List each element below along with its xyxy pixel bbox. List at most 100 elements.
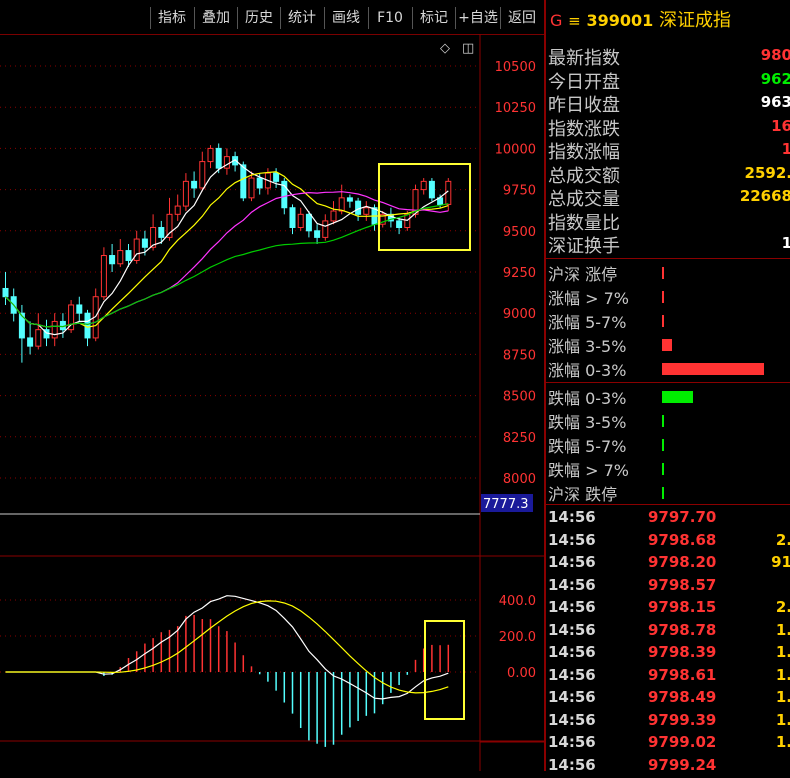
- distribution-bar: [662, 415, 665, 427]
- macd-panel: 400.0 200.0 0.00: [0, 594, 536, 747]
- distribution-bar: [662, 463, 665, 475]
- tick-time: 14:56: [548, 575, 596, 594]
- distribution-row: 涨幅 5-7%: [548, 309, 790, 333]
- macd-tick-label: 0.00: [507, 666, 536, 681]
- candle-body: [346, 197, 353, 202]
- distribution-row: 跌幅 3-5%: [548, 409, 790, 433]
- quote-label: 今日开盘: [548, 71, 620, 93]
- quote-value: 963: [760, 93, 790, 111]
- quote-row: 指数量比: [548, 209, 790, 234]
- toolbar-button-5[interactable]: F10: [368, 7, 411, 29]
- tick-time: 14:56: [548, 553, 596, 571]
- distribution-label: 涨幅 > 7%: [548, 289, 629, 308]
- price-grid: [0, 34, 544, 771]
- tick-price: 9798.20: [648, 553, 717, 571]
- candle-body: [428, 180, 435, 199]
- price-tick-label: 9500: [503, 225, 536, 240]
- price-tick-label: 10000: [495, 142, 536, 157]
- candle-body: [51, 320, 58, 339]
- candle-body: [141, 238, 148, 248]
- price-tick-label: 8500: [503, 390, 536, 405]
- quote-label: 最新指数: [548, 48, 620, 69]
- quote-row: 总成交量 22668: [548, 185, 790, 210]
- diamond-icon: ◇: [440, 41, 450, 56]
- toolbar-button-6[interactable]: 标记: [412, 7, 455, 29]
- g-marker: G: [550, 11, 563, 30]
- security-title: G ≡ 399001 深证成指: [550, 6, 731, 34]
- candle-body: [27, 337, 34, 347]
- price-tick-label: 8250: [503, 431, 536, 446]
- candle-body: [109, 255, 116, 265]
- distribution-bar: [662, 315, 665, 327]
- candle-body: [125, 250, 132, 261]
- candle-body: [248, 177, 255, 199]
- candle-body: [240, 164, 247, 199]
- distribution-label: 涨幅 5-7%: [548, 313, 627, 332]
- candle-body: [76, 304, 83, 314]
- tick-price: 9798.39: [648, 643, 717, 661]
- kline-chart[interactable]: 400.0 200.0 0.00 10500 10250 10000 9750 9500 92…: [0, 34, 544, 771]
- section-divider: [546, 382, 790, 383]
- toolbar-button-4[interactable]: 画线: [324, 7, 367, 29]
- tick-row: 14:56 9798.57: [548, 576, 790, 598]
- candle-body: [191, 180, 198, 189]
- quote-value: 2592.: [744, 163, 790, 182]
- distribution-row: 涨幅 3-5%: [548, 333, 790, 357]
- tick-row: 14:56 9798.61 1.: [548, 666, 790, 688]
- toolbar-button-0[interactable]: 指标: [150, 7, 193, 29]
- quote-value: 1: [781, 140, 790, 158]
- candle-body: [117, 250, 124, 265]
- quote-value: 980: [760, 46, 790, 64]
- candle-body: [158, 227, 165, 238]
- toolbar-button-1[interactable]: 叠加: [194, 7, 237, 29]
- distribution-label: 跌幅 5-7%: [548, 437, 627, 456]
- toolbar-button-2[interactable]: 历史: [237, 7, 280, 29]
- tick-volume: 1.: [775, 643, 790, 661]
- section-divider: [546, 258, 790, 259]
- candle-body: [199, 161, 206, 189]
- quote-label: 深证换手: [548, 236, 620, 257]
- tick-volume: 1.: [775, 665, 790, 684]
- candle-body: [420, 180, 427, 191]
- candle-body: [273, 172, 280, 182]
- menu-icon[interactable]: ≡: [568, 12, 581, 30]
- price-tick-label: 8000: [503, 472, 536, 487]
- candle-body: [215, 147, 222, 169]
- tick-time: 14:56: [548, 620, 596, 639]
- tick-time: 14:56: [548, 508, 596, 526]
- tick-row: 14:56 9798.78 1.: [548, 621, 790, 643]
- distribution-label: 跌幅 > 7%: [548, 461, 629, 480]
- candle-body: [35, 329, 42, 347]
- candle-body: [84, 312, 91, 339]
- price-axis: 10500 10250 10000 9750 9500 9250 9000 8750 8500 8…: [440, 41, 536, 512]
- tick-row: 14:56 9799.24: [548, 756, 790, 778]
- toolbar-button-3[interactable]: 统计: [280, 7, 323, 29]
- toolbar-button-7[interactable]: +自选: [455, 7, 500, 29]
- section-divider: [546, 504, 790, 505]
- distribution-row: 沪深 跌停: [548, 481, 790, 505]
- toolbar-button-8[interactable]: 返回: [500, 7, 543, 29]
- distribution-label: 涨幅 3-5%: [548, 337, 627, 356]
- distribution-bar: [662, 339, 673, 351]
- distribution-row: 跌幅 > 7%: [548, 457, 790, 481]
- candle-body: [223, 156, 230, 169]
- candle-series: [2, 143, 452, 363]
- quote-label: 指数量比: [548, 212, 620, 234]
- quote-row: 昨日收盘 963: [548, 91, 790, 116]
- quote-value: 962: [760, 69, 790, 88]
- candle-body: [100, 255, 107, 298]
- tick-volume: 2.: [775, 598, 790, 616]
- candle-body: [305, 213, 312, 232]
- candle-body: [256, 177, 263, 189]
- distribution-bar: [662, 391, 693, 403]
- tick-time: 14:56: [548, 665, 596, 684]
- tick-price: 9798.15: [648, 598, 717, 616]
- distribution-label: 涨幅 0-3%: [548, 361, 627, 380]
- candle-body: [363, 207, 370, 215]
- tick-row: 14:56 9798.20 91: [548, 553, 790, 575]
- quote-value: 1: [781, 234, 790, 252]
- distribution-bar: [662, 291, 665, 303]
- distribution-bar: [662, 439, 665, 451]
- highlight-marks: [378, 163, 471, 720]
- distribution-row: 涨幅 0-3%: [548, 357, 790, 381]
